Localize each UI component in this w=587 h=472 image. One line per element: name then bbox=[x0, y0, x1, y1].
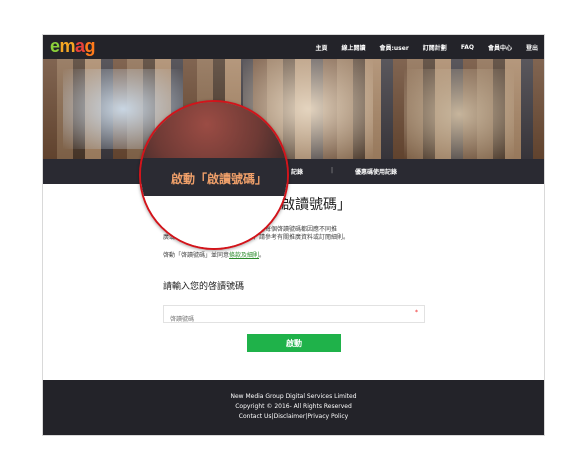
emag-logo[interactable]: emag bbox=[50, 36, 96, 56]
tab-separator: | bbox=[331, 167, 334, 174]
tab-history[interactable]: 記錄 bbox=[291, 167, 303, 176]
code-input-wrapper: * bbox=[163, 305, 425, 328]
nav-item-online-reading[interactable]: 線上閱讀 bbox=[342, 43, 366, 52]
account-tabs: 記錄 | 優惠碼使用記錄 bbox=[43, 159, 544, 184]
browser-page: emag 主頁 線上閱讀 會員:user 訂閱計劃 FAQ 會員中心 登出 記錄… bbox=[42, 34, 545, 436]
hero-banner bbox=[43, 59, 544, 159]
nav-item-home[interactable]: 主頁 bbox=[315, 43, 327, 52]
nav-menu: 主頁 線上閱讀 會員:user 訂閱計劃 FAQ 會員中心 登出 bbox=[315, 35, 538, 59]
terms-link[interactable]: 條款及細則 bbox=[229, 252, 259, 259]
activate-button[interactable]: 啟動 bbox=[247, 334, 341, 352]
magnified-title: 啟動「啟讀號碼」 bbox=[171, 172, 268, 186]
nav-item-member-user[interactable]: 會員:user bbox=[380, 43, 409, 52]
nav-item-subscription[interactable]: 訂閱計劃 bbox=[423, 43, 447, 52]
required-mark: * bbox=[415, 309, 418, 316]
footer-copyright: Copyright © 2016- All Rights Reserved bbox=[235, 403, 352, 410]
nav-item-member-center[interactable]: 會員中心 bbox=[488, 43, 512, 52]
nav-item-faq[interactable]: FAQ bbox=[461, 44, 474, 51]
terms-notice: 啓動「啓讀號碼」並同意條款及細則。 bbox=[163, 252, 266, 259]
page-title: 啟讀號碼」 bbox=[281, 197, 351, 213]
top-nav: emag 主頁 線上閱讀 會員:user 訂閱計劃 FAQ 會員中心 登出 bbox=[43, 35, 544, 59]
footer-links[interactable]: Contact Us|Disclaimer|Privacy Policy bbox=[43, 412, 544, 422]
footer-company: New Media Group Digital Services Limited bbox=[230, 393, 357, 400]
code-input[interactable] bbox=[164, 311, 416, 328]
code-subheading: 請輸入您的啓讀號碼 bbox=[163, 282, 245, 292]
magnifier-callout: 啟動「啟讀號碼」 bbox=[139, 100, 289, 250]
tab-coupon-history[interactable]: 優惠碼使用記錄 bbox=[355, 167, 397, 176]
nav-item-logout[interactable]: 登出 bbox=[526, 43, 538, 52]
footer: New Media Group Digital Services Limited… bbox=[43, 380, 544, 435]
